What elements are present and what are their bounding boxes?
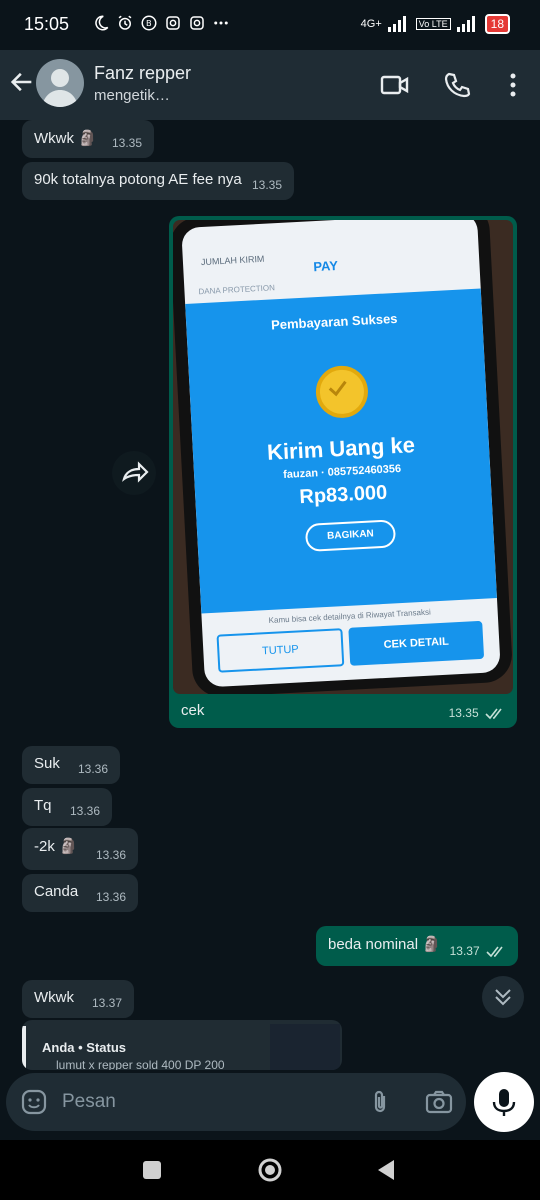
message-input[interactable]: Pesan [62, 1091, 116, 1113]
photo-top-label: JUMLAH KIRIM [200, 253, 265, 268]
photo-detail-button: CEK DETAIL [348, 620, 485, 666]
more-options-icon[interactable] [498, 70, 528, 100]
image-message-outgoing[interactable]: JUMLAH KIRIM PAY DANA PROTECTION Pembaya… [169, 216, 517, 728]
message-time: 13.35 [251, 178, 282, 192]
camera-icon[interactable] [424, 1088, 454, 1116]
status-bar: 15:05 B 4G+ Vo LTE 18 [0, 0, 540, 50]
message-bubble-incoming[interactable]: 90k totalnya potong AE fee nya 13.35 [22, 162, 294, 200]
message-time: 13.35 [449, 706, 505, 720]
recent-apps-icon[interactable] [138, 1156, 166, 1184]
voice-call-icon[interactable] [442, 70, 472, 100]
microphone-icon [492, 1089, 516, 1116]
system-nav-bar [0, 1140, 540, 1200]
message-time: 13.35 [111, 136, 142, 150]
image-caption: cek [181, 702, 205, 719]
message-time: 13.37 [450, 944, 506, 958]
message-text: Canda [34, 883, 79, 900]
alarm-icon [118, 15, 132, 30]
battery-level: 18 [484, 14, 510, 34]
message-text: -2k 🗿 [34, 838, 78, 855]
instagram-icon [190, 16, 204, 30]
forward-button[interactable] [112, 451, 156, 495]
double-chevron-down-icon [495, 989, 511, 1006]
reply-snippet: lumut x repper sold 400 DP 200 [56, 1058, 225, 1070]
check-icon [328, 380, 347, 397]
back-arrow-icon[interactable] [8, 68, 36, 96]
voice-message-button[interactable] [474, 1072, 534, 1132]
status-thumbnail [270, 1024, 340, 1070]
chat-header: Fanz repper mengetik… [0, 50, 540, 120]
message-bubble-outgoing[interactable]: beda nominal 🗿 13.37 [316, 926, 518, 966]
message-text: Wkwk 🗿 [34, 130, 97, 147]
message-bubble-incoming[interactable]: Canda 13.36 [22, 874, 138, 912]
message-text: beda nominal 🗿 [328, 936, 441, 953]
quote-bar [22, 1026, 26, 1070]
phone-in-photo: JUMLAH KIRIM PAY DANA PROTECTION Pembaya… [173, 220, 513, 694]
home-icon[interactable] [256, 1156, 284, 1184]
attach-icon[interactable] [366, 1088, 394, 1116]
message-text: Suk [34, 755, 60, 772]
typing-status: mengetik… [94, 87, 170, 104]
status-reply-preview[interactable]: Anda • Status lumut x repper sold 400 DP… [22, 1020, 342, 1070]
signal-icon [456, 16, 475, 32]
message-bubble-incoming[interactable]: Wkwk 13.37 [22, 980, 134, 1018]
status-right: 4G+ Vo LTE 18 [361, 14, 510, 34]
svg-text:B: B [146, 18, 152, 28]
video-call-icon[interactable] [380, 70, 410, 100]
message-bubble-incoming[interactable]: -2k 🗿 13.36 [22, 828, 138, 870]
instagram-icon [166, 16, 180, 30]
read-ticks-icon [486, 946, 503, 958]
forward-icon [122, 461, 149, 483]
message-time: 13.36 [69, 804, 100, 818]
more-dots-icon [214, 21, 228, 25]
volte-label: Vo LTE [415, 18, 451, 30]
message-bubble-incoming[interactable]: Tq 13.36 [22, 788, 112, 826]
message-text: 90k totalnya potong AE fee nya [34, 171, 242, 188]
message-time: 13.36 [95, 848, 126, 862]
chat-area[interactable]: Wkwk 🗿 13.35 90k totalnya potong AE fee … [0, 120, 540, 1070]
message-bubble-incoming[interactable]: Wkwk 🗿 13.35 [22, 120, 154, 158]
network-label: 4G+ [360, 18, 382, 30]
message-bubble-incoming[interactable]: Suk 13.36 [22, 746, 120, 784]
signal-icon [387, 16, 406, 32]
message-time: 13.36 [95, 890, 126, 904]
message-time: 13.36 [77, 762, 108, 776]
scroll-to-bottom-button[interactable] [482, 976, 524, 1018]
payment-photo[interactable]: JUMLAH KIRIM PAY DANA PROTECTION Pembaya… [173, 220, 513, 694]
status-icons: B [92, 14, 230, 32]
photo-pay-label: PAY [312, 257, 339, 275]
avatar[interactable] [36, 59, 84, 107]
photo-title: Pembayaran Sukses [270, 310, 398, 333]
b-app-icon: B [141, 15, 157, 31]
message-time: 13.37 [91, 996, 122, 1010]
message-composer[interactable]: Pesan [6, 1073, 466, 1131]
status-time: 15:05 [24, 14, 70, 34]
photo-success-panel: Pembayaran Sukses Kirim Uang ke fauzan ·… [185, 288, 497, 614]
photo-share-button: BAGIKAN [304, 519, 397, 552]
message-text: Tq [34, 797, 52, 814]
back-nav-icon[interactable] [372, 1156, 400, 1184]
read-ticks-icon [485, 708, 502, 720]
message-text: Wkwk [34, 989, 74, 1006]
sticker-icon[interactable] [20, 1088, 48, 1116]
moon-icon [95, 15, 109, 31]
photo-protection: DANA PROTECTION [198, 283, 276, 297]
success-coin-icon [314, 364, 370, 420]
photo-close-button: TUTUP [216, 628, 345, 673]
default-avatar-icon [42, 69, 78, 107]
contact-name[interactable]: Fanz repper [94, 63, 191, 84]
reply-author: Anda • Status [42, 1040, 127, 1055]
dana-payment-screen: JUMLAH KIRIM PAY DANA PROTECTION Pembaya… [181, 220, 501, 688]
